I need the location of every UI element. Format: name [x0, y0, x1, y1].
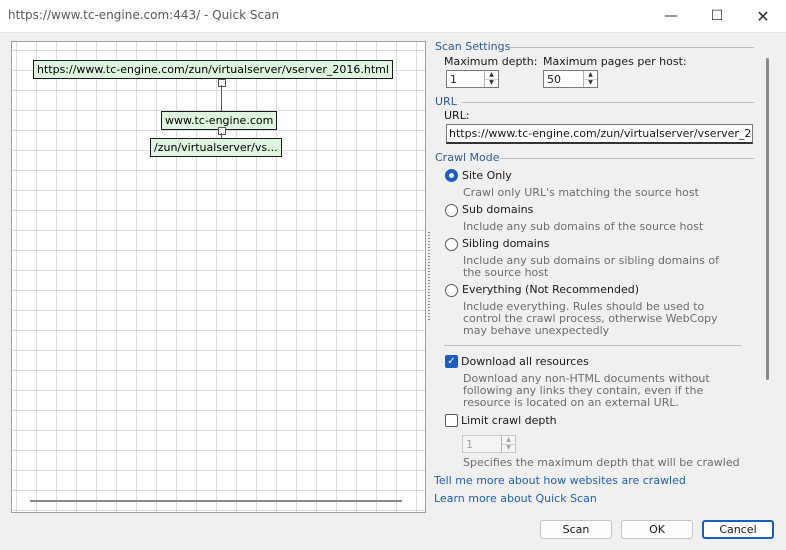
- download-all-label[interactable]: Download all resources: [461, 355, 589, 368]
- scan-settings-heading: Scan Settings: [435, 40, 511, 53]
- site-only-label[interactable]: Site Only: [462, 169, 512, 182]
- learn-more-link[interactable]: Learn more about Quick Scan: [434, 492, 597, 505]
- maximize-button[interactable]: ☐: [694, 0, 740, 32]
- ok-button[interactable]: OK: [621, 520, 693, 539]
- group-divider: [510, 47, 754, 48]
- max-pages-value: 50: [547, 73, 561, 86]
- sub-domains-description: Include any sub domains of the source ho…: [463, 220, 704, 233]
- stepper-down-icon[interactable]: ▼: [584, 79, 597, 87]
- tree-node-root-url[interactable]: https://www.tc-engine.com/zun/virtualser…: [33, 60, 393, 79]
- window-title: https://www.tc-engine.com:443/ - Quick S…: [8, 8, 280, 22]
- sibling-domains-label[interactable]: Sibling domains: [462, 237, 550, 250]
- sibling-domains-description: Include any sub domains or sibling domai…: [463, 254, 719, 279]
- group-divider: [462, 102, 754, 103]
- title-bar: https://www.tc-engine.com:443/ - Quick S…: [0, 0, 786, 33]
- sub-domains-label[interactable]: Sub domains: [462, 203, 533, 216]
- stepper-down-icon[interactable]: ▼: [485, 79, 498, 87]
- max-depth-stepper[interactable]: 1 ▲ ▼: [446, 70, 499, 88]
- limit-depth-description: Specifies the maximum depth that will be…: [463, 457, 740, 468]
- site-map-canvas[interactable]: https://www.tc-engine.com/zun/virtualser…: [11, 41, 426, 513]
- panel-splitter[interactable]: [428, 232, 430, 322]
- radio-everything[interactable]: [445, 284, 458, 297]
- everything-description: Include everything. Rules should be used…: [463, 300, 718, 337]
- max-depth-value: 1: [450, 73, 457, 86]
- tree-connector: [221, 85, 222, 111]
- radio-site-only[interactable]: [445, 169, 458, 182]
- tree-node-path[interactable]: /zun/virtualserver/vs...: [150, 138, 282, 157]
- download-all-checkbox[interactable]: ✓: [445, 355, 458, 368]
- limit-depth-checkbox[interactable]: [445, 414, 458, 427]
- minimize-button[interactable]: —: [648, 0, 694, 32]
- settings-vertical-scrollbar[interactable]: [766, 58, 769, 380]
- horizontal-scrollbar[interactable]: [30, 500, 402, 502]
- tell-me-more-link[interactable]: Tell me more about how websites are craw…: [434, 474, 686, 487]
- radio-sibling-domains[interactable]: [445, 238, 458, 251]
- radio-sub-domains[interactable]: [445, 204, 458, 217]
- limit-depth-label[interactable]: Limit crawl depth: [461, 414, 557, 427]
- limit-depth-stepper: 1 ▲ ▼: [462, 435, 516, 453]
- url-heading: URL: [435, 95, 457, 108]
- download-all-description: Download any non-HTML documents without …: [463, 372, 710, 409]
- max-pages-label: Maximum pages per host:: [543, 55, 687, 68]
- stepper-down-icon: ▼: [506, 444, 511, 451]
- group-divider: [500, 158, 754, 159]
- crawl-mode-heading: Crawl Mode: [435, 151, 500, 164]
- site-only-description: Crawl only URL's matching the source hos…: [463, 186, 699, 199]
- max-pages-stepper[interactable]: 50 ▲ ▼: [543, 70, 598, 88]
- max-depth-label: Maximum depth:: [444, 55, 538, 68]
- section-divider: [444, 345, 742, 346]
- url-field[interactable]: https://www.tc-engine.com/zun/virtualser…: [446, 124, 753, 144]
- everything-label[interactable]: Everything (Not Recommended): [462, 283, 639, 296]
- close-button[interactable]: ✕: [740, 0, 786, 32]
- node-connector-handle: [218, 79, 226, 87]
- limit-depth-value: 1: [466, 438, 473, 451]
- node-connector-handle: [218, 127, 226, 135]
- scan-button[interactable]: Scan: [540, 520, 612, 539]
- cancel-button[interactable]: Cancel: [702, 520, 774, 539]
- url-label: URL:: [444, 109, 470, 122]
